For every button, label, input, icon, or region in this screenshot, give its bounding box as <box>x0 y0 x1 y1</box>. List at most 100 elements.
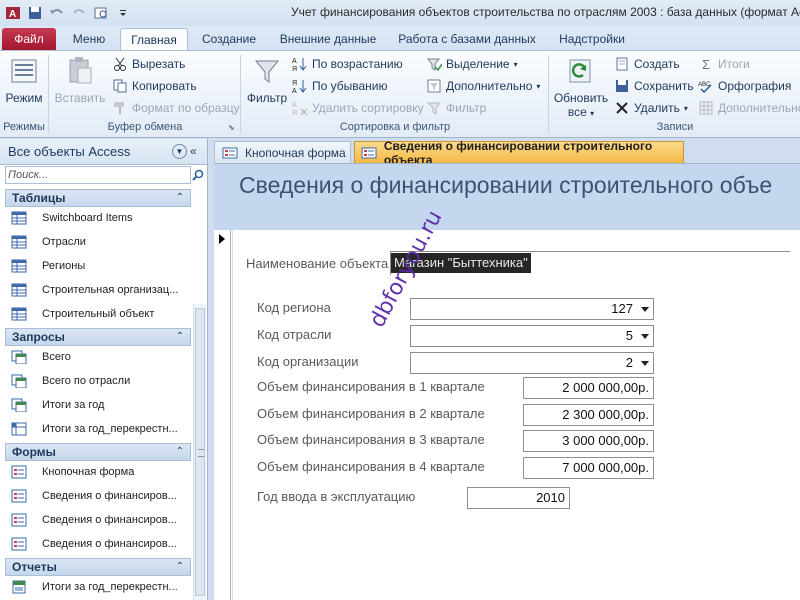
nav-item-form[interactable]: Сведения о финансиров... <box>10 486 190 506</box>
nav-item-query[interactable]: Всего <box>10 347 190 367</box>
redo-icon[interactable] <box>70 4 88 22</box>
nav-item-form[interactable]: Кнопочная форма <box>10 462 190 482</box>
chevron-down-icon[interactable]: ▼ <box>172 144 187 159</box>
scrollbar-thumb[interactable] <box>195 308 205 596</box>
copy-button[interactable]: Копировать <box>112 78 197 94</box>
crosstab-query-icon <box>10 421 28 437</box>
view-mode-button[interactable]: Режим <box>2 55 46 105</box>
nav-section-reports[interactable]: Отчеты ⌃ <box>5 558 191 576</box>
advanced-filter-button[interactable]: Дополнительно ▾ <box>426 78 540 94</box>
selection-button[interactable]: Выделение ▾ <box>426 56 518 72</box>
remove-sort-button[interactable]: AЯ Удалить сортировку <box>292 100 424 116</box>
chevron-down-icon[interactable] <box>641 361 649 366</box>
industry-code-combobox[interactable]: 5 <box>410 325 654 347</box>
nav-item-report[interactable]: Итоги за год_перекрестн... <box>10 577 190 597</box>
organization-code-combobox[interactable]: 2 <box>410 352 654 374</box>
table-icon <box>10 258 28 274</box>
q2-funding-field[interactable]: 2 300 000,00р. <box>523 404 654 426</box>
copy-icon <box>112 78 128 94</box>
nav-title[interactable]: Все объекты Access <box>8 144 130 159</box>
tab-addins[interactable]: Надстройки <box>552 28 632 50</box>
ribbon: Режим Режимы Вставить Вырезать Копироват… <box>0 50 800 138</box>
tab-database-tools[interactable]: Работа с базами данных <box>394 28 540 50</box>
q4-funding-field[interactable]: 7 000 000,00р. <box>523 457 654 479</box>
sort-descending-label: По убыванию <box>312 79 388 93</box>
format-painter-button[interactable]: Формат по образцу <box>112 100 240 116</box>
filter-button[interactable]: Фильтр <box>244 55 290 105</box>
chevron-down-icon[interactable] <box>641 334 649 339</box>
save-record-button[interactable]: Сохранить <box>614 78 694 94</box>
q3-funding-field[interactable]: 3 000 000,00р. <box>523 430 654 452</box>
window-title: Учет финансирования объектов строительст… <box>291 5 800 19</box>
new-record-button[interactable]: Создать <box>614 56 680 72</box>
new-record-label: Создать <box>634 57 680 71</box>
customize-qat-icon[interactable] <box>114 4 132 22</box>
spelling-button[interactable]: ABC Орфография <box>698 78 791 94</box>
delete-record-button[interactable]: Удалить ▾ <box>614 100 688 116</box>
undo-icon[interactable] <box>48 4 66 22</box>
query-icon <box>10 373 28 389</box>
totals-button[interactable]: Σ Итоги <box>698 56 750 72</box>
q3-funding-label: Объем финансирования в 3 квартале <box>257 432 485 447</box>
nav-scrollbar[interactable] <box>193 304 206 600</box>
toggle-filter-button[interactable]: Фильтр <box>426 100 486 116</box>
svg-text:A: A <box>9 9 16 20</box>
doc-tab-switchboard[interactable]: Кнопочная форма <box>214 141 351 163</box>
save-icon[interactable] <box>26 4 44 22</box>
nav-item-table[interactable]: Отрасли <box>10 232 190 252</box>
sort-ascending-label: По возрастанию <box>312 57 403 71</box>
refresh-all-button[interactable]: Обновить все ▾ <box>551 55 611 119</box>
nav-section-tables[interactable]: Таблицы ⌃ <box>5 189 191 207</box>
nav-section-forms[interactable]: Формы ⌃ <box>5 443 191 461</box>
form-icon <box>10 488 28 504</box>
nav-item-table[interactable]: Switchboard Items <box>10 208 190 228</box>
search-input[interactable]: Поиск... <box>5 166 191 184</box>
tab-menu[interactable]: Меню <box>66 28 112 50</box>
tab-file[interactable]: Файл <box>2 28 56 50</box>
tab-external-data[interactable]: Внешние данные <box>272 28 384 50</box>
copy-label: Копировать <box>132 79 197 93</box>
region-code-combobox[interactable]: 127 <box>410 298 654 320</box>
sort-descending-button[interactable]: ЯA По убыванию <box>292 78 388 94</box>
organization-code-value: 2 <box>625 355 633 370</box>
print-preview-icon[interactable] <box>92 4 110 22</box>
ribbon-separator <box>548 55 549 133</box>
form-icon <box>10 464 28 480</box>
svg-text:Я: Я <box>292 66 297 72</box>
record-selector[interactable] <box>214 230 231 600</box>
nav-item-query[interactable]: Всего по отрасли <box>10 371 190 391</box>
search-icon[interactable] <box>191 166 205 184</box>
paste-button[interactable]: Вставить <box>52 55 108 105</box>
nav-item-form[interactable]: Сведения о финансиров... <box>10 510 190 530</box>
nav-item-table[interactable]: Регионы <box>10 256 190 276</box>
nav-section-queries[interactable]: Запросы ⌃ <box>5 328 191 346</box>
commission-year-field[interactable]: 2010 <box>467 487 570 509</box>
collapse-icon: ⌃ <box>175 446 184 457</box>
tab-create[interactable]: Создание <box>196 28 262 50</box>
form-icon <box>10 512 28 528</box>
tab-home[interactable]: Главная <box>120 28 188 50</box>
dialog-launcher-icon[interactable]: ⬊ <box>228 123 235 132</box>
document-area: Кнопочная форма Сведения о финансировани… <box>209 139 800 600</box>
commission-year-label: Год ввода в эксплуатацию <box>257 489 416 504</box>
object-name-field[interactable]: Магазин "Быттехника" <box>390 251 790 275</box>
q4-funding-label: Объем финансирования в 4 квартале <box>257 459 485 474</box>
sort-ascending-button[interactable]: AЯ По возрастанию <box>292 56 403 72</box>
funnel-icon <box>251 55 283 87</box>
nav-item-query[interactable]: Итоги за год_перекрестн... <box>10 419 190 439</box>
nav-item-table[interactable]: Строительный объект <box>10 304 190 324</box>
cut-button[interactable]: Вырезать <box>112 56 185 72</box>
more-records-button[interactable]: Дополнительно <box>698 100 800 116</box>
nav-item-table[interactable]: Строительная организац... <box>10 280 190 300</box>
collapse-pane-icon[interactable]: « <box>190 144 197 158</box>
chevron-down-icon[interactable] <box>641 307 649 312</box>
access-app-icon[interactable]: A <box>4 4 22 22</box>
delete-icon <box>614 100 630 116</box>
table-icon <box>10 282 28 298</box>
save-icon <box>614 78 630 94</box>
q1-funding-field[interactable]: 2 000 000,00р. <box>523 377 654 399</box>
paste-label: Вставить <box>54 91 106 105</box>
nav-item-query[interactable]: Итоги за год <box>10 395 190 415</box>
nav-item-form[interactable]: Сведения о финансиров... <box>10 534 190 554</box>
doc-tab-financing-info[interactable]: Сведения о финансировании строительного … <box>354 139 684 167</box>
